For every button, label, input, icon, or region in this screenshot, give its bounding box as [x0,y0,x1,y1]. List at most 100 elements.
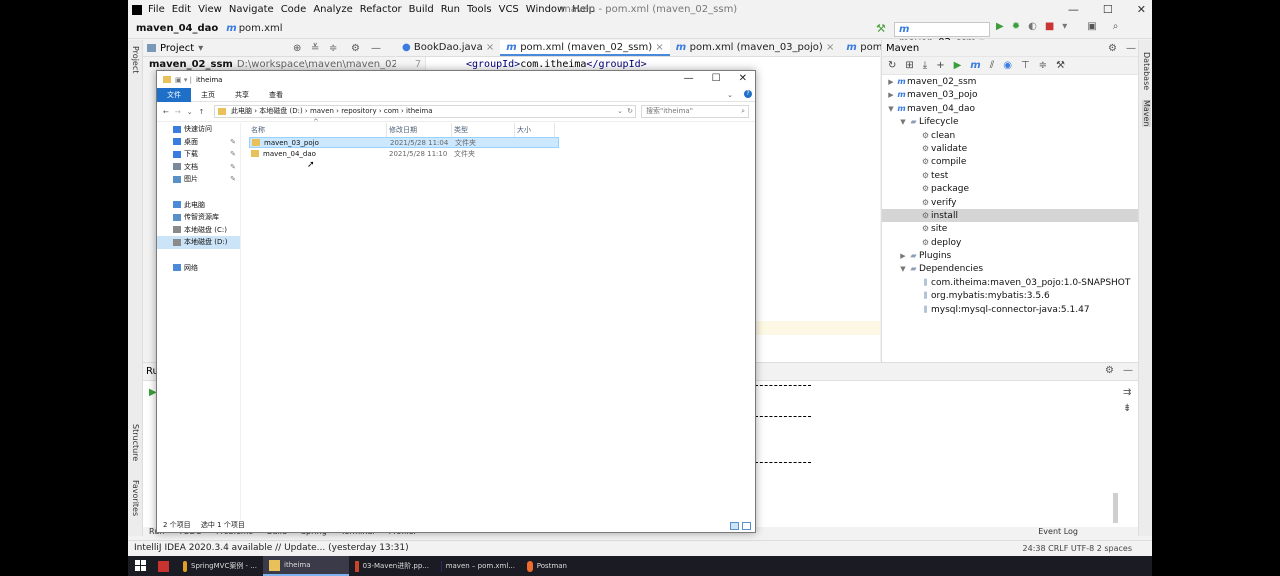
menu-build[interactable]: Build [409,4,434,15]
tab-pom-maven-02-ssm[interactable]: m pom.xml (maven_02_ssm) × [500,40,670,56]
nav-item[interactable]: 文档 ✎ [157,161,240,174]
taskbar-item[interactable]: Postman [521,556,573,576]
project-structure-icon[interactable]: ▣ [1087,21,1096,32]
menu-view[interactable]: View [198,4,222,15]
maven-tree-item[interactable]: ⚙ package [882,182,1138,195]
menu-tools[interactable]: Tools [467,4,492,15]
maven-tree-item[interactable]: ▶ ▰ Plugins [882,249,1138,262]
column-size[interactable]: 大小 [515,123,555,137]
taskbar-item[interactable]: itheima [263,556,349,576]
debug-icon[interactable]: ✹ [1012,21,1020,32]
nav-item[interactable]: 传智资源库 [157,211,240,224]
locate-icon[interactable]: ⊕ [293,43,301,54]
breadcrumb-module[interactable]: maven_04_dao [136,23,218,34]
nav-item[interactable]: 下载 ✎ [157,148,240,161]
settings-gear-icon[interactable]: ⚙ [1105,365,1114,376]
settings-gear-icon[interactable]: ⚙ [351,43,360,54]
address-segment[interactable]: itheima [406,107,433,115]
refresh-icon[interactable]: ↻ [627,106,633,117]
menu-vcs[interactable]: VCS [499,4,519,15]
forward-arrow-icon[interactable]: → [175,108,181,116]
expand-all-icon[interactable]: ≚ [311,43,319,54]
app-pinned-icon[interactable] [158,560,169,572]
ribbon-tab-view[interactable]: 查看 [259,88,293,102]
windows-start-icon[interactable] [134,560,148,572]
tab-bookdao-java[interactable]: ● BookDao.java × [396,40,500,56]
address-segment[interactable]: com [384,107,399,115]
chevron-right-icon[interactable]: ▶ [886,76,896,89]
maven-tree-item[interactable]: ⚙ validate [882,142,1138,155]
maven-tree-item[interactable]: ⚙ install [882,208,1138,223]
nav-item[interactable]: 本地磁盘 (C:) [157,224,240,237]
maven-tree-item[interactable]: ⫼ org.mybatis:mybatis:3.5.6 [882,289,1138,302]
ribbon-tab-home[interactable]: 主页 [191,88,225,102]
column-date-modified[interactable]: 修改日期 [387,123,452,137]
wrench-icon[interactable]: ⚒ [1056,60,1065,71]
back-arrow-icon[interactable]: ← [163,108,169,116]
maven-tree-item[interactable]: ▼ mmaven_04_dao [882,102,1138,115]
help-icon[interactable]: ? [744,90,752,98]
address-segment[interactable]: repository [341,107,376,115]
nav-item[interactable]: 网络 [157,262,240,275]
chevron-down-icon[interactable]: ▼ [886,103,896,116]
chevron-down-icon[interactable]: ▼ [898,263,908,276]
maven-tree-item[interactable]: ⚙ site [882,222,1138,235]
maven-tree-item[interactable]: ⚙ clean [882,129,1138,142]
hide-panel-icon[interactable]: — [371,43,381,54]
maven-tree-item[interactable]: ▶ mmaven_02_ssm [882,75,1138,88]
maven-tree-item[interactable]: ▼ ▰ Dependencies [882,262,1138,275]
maven-tree-item[interactable]: ▼ ▰ Lifecycle [882,115,1138,128]
address-segment[interactable]: maven [310,107,334,115]
ribbon-tab-share[interactable]: 共享 [225,88,259,102]
close-tab-icon[interactable]: × [486,42,494,53]
expand-ribbon-icon[interactable]: ⌄ [727,91,733,99]
chevron-right-icon[interactable]: ▶ [898,250,908,263]
nav-item[interactable]: 本地磁盘 (D:) [157,236,240,249]
toggle-offline-icon[interactable]: ⫽ [990,60,994,71]
collapse-all-icon[interactable]: ≑ [329,43,337,54]
stop-icon[interactable]: ■ [1045,21,1054,32]
close-tab-icon[interactable]: × [655,42,663,53]
menu-code[interactable]: Code [281,4,307,15]
maven-tree-item[interactable]: ⚙ verify [882,196,1138,209]
menu-refactor[interactable]: Refactor [360,4,402,15]
minimize-icon[interactable]: — [684,73,694,84]
address-dropdown-icon[interactable]: ⌄ [617,106,623,117]
maven-tree-item[interactable]: ▶ mmaven_03_pojo [882,88,1138,101]
file-row[interactable]: maven_03_pojo 2021/5/28 11:04 文件夹 [249,137,559,148]
nav-item[interactable]: 图片 ✎ [157,173,240,186]
hide-panel-icon[interactable]: — [1126,43,1136,54]
run-icon[interactable]: ▶ [996,21,1004,32]
maven-tree-item[interactable]: ⚙ compile [882,155,1138,168]
taskbar-item[interactable]: 03-Maven进阶.pp... [349,556,435,576]
nav-item[interactable]: 快速访问 [157,123,240,136]
chevron-down-icon[interactable]: ▼ [898,116,908,129]
close-icon[interactable]: ✕ [739,73,747,84]
taskbar-item[interactable]: SpringMVC案例 - ... [177,556,263,576]
maven-tool-tab[interactable]: Maven [1142,100,1151,127]
menu-edit[interactable]: Edit [172,4,191,15]
run-icon[interactable]: ▶ [954,60,962,71]
maximize-icon[interactable]: ☐ [1103,3,1113,16]
reload-icon[interactable]: ↻ [888,60,896,71]
large-icons-view-icon[interactable] [742,522,751,530]
menu-run[interactable]: Run [441,4,460,15]
close-tab-icon[interactable]: × [826,42,834,53]
minimize-icon[interactable]: — [1068,3,1079,16]
ribbon-tab-file[interactable]: 文件 [157,87,191,102]
hammer-icon[interactable]: ⚒ [876,22,886,35]
address-bar[interactable]: 此电脑 › 本地磁盘 (D:) › maven › repository › c… [214,105,636,118]
taskbar-item[interactable]: maven – pom.xml... [435,556,521,576]
tab-pom-maven-03-pojo[interactable]: m pom.xml (maven_03_pojo) × [670,40,841,56]
maven-tree-item[interactable]: ⫼ mysql:mysql-connector-java:5.1.47 [882,303,1138,316]
column-type[interactable]: 类型 [452,123,515,137]
database-tool-tab[interactable]: Database [1142,52,1151,90]
breadcrumb-file[interactable]: m pom.xml [226,23,282,34]
generate-sources-icon[interactable]: ⊞ [905,60,913,71]
menu-navigate[interactable]: Navigate [229,4,274,15]
address-segment[interactable]: 此电脑 [231,107,252,115]
search-everywhere-icon[interactable]: ⌕ [1113,21,1119,32]
search-input[interactable]: 搜索"itheima" ⌕ [641,105,749,118]
quick-access-toolbar-icon[interactable]: ▣ ▾ | [175,76,192,84]
run-configuration-select[interactable]: m maven_02_ssm ▾ [894,22,990,48]
